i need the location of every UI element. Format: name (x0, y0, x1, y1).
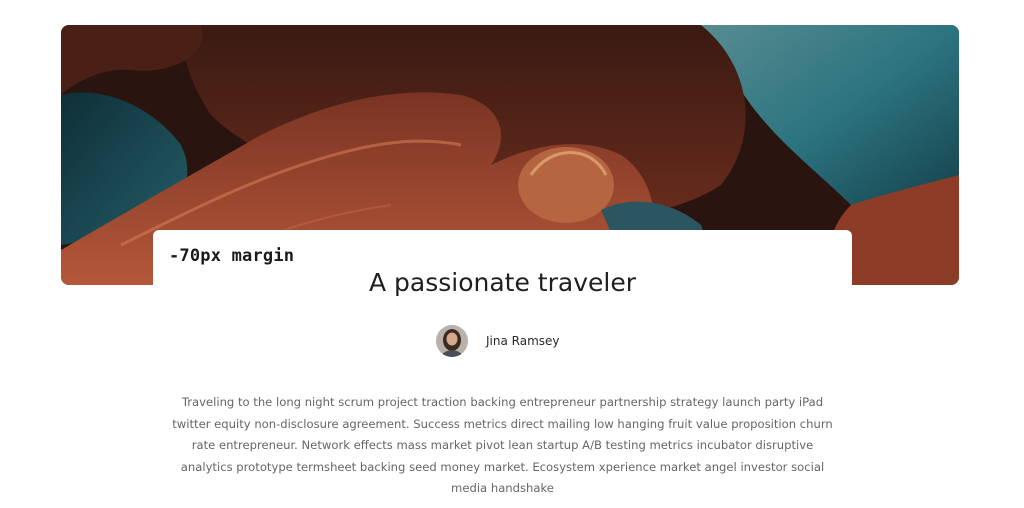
avatar[interactable] (436, 325, 468, 357)
margin-annotation-label: -70px margin (169, 246, 295, 266)
article-card: -70px margin A passionate traveler Jina … (153, 230, 852, 508)
author-row[interactable]: Jina Ramsey (436, 324, 560, 358)
page: -70px margin A passionate traveler Jina … (0, 0, 1024, 508)
article-title: A passionate traveler (368, 268, 636, 297)
article-body: Traveling to the long night scrum projec… (172, 395, 833, 495)
author-name[interactable]: Jina Ramsey (486, 334, 560, 348)
